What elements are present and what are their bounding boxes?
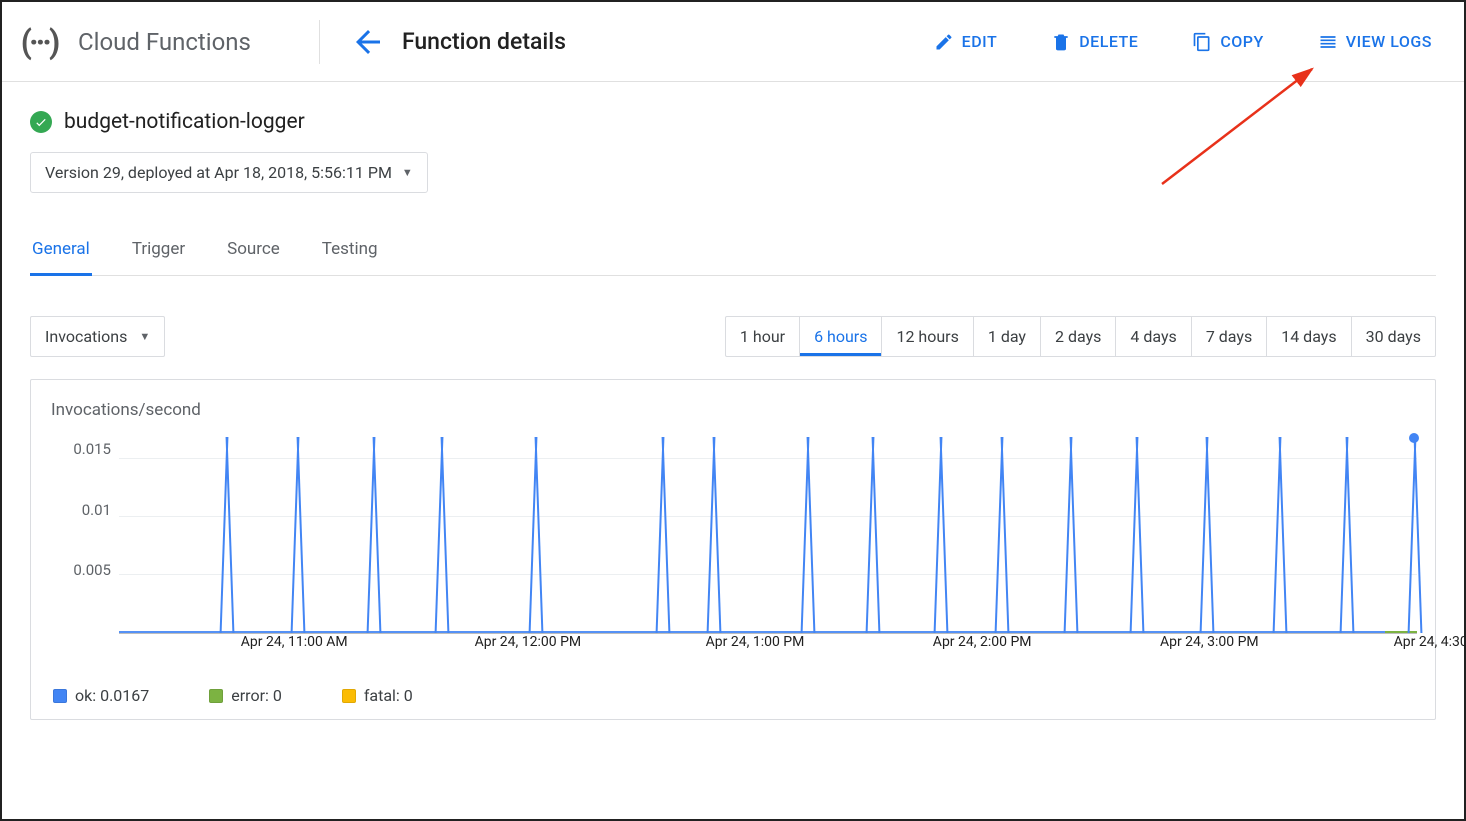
tab-testing[interactable]: Testing [320,229,380,275]
legend-ok: ok: 0.0167 [53,686,149,705]
x-tick: Apr 24, 1:00 PM [706,634,805,650]
chart-card: Invocations/second 0.015 0.01 0.005 0 Ap [30,379,1436,720]
x-tick: Apr 24, 11:00 AM [241,634,348,650]
invocation-spike [998,437,1006,633]
y-axis: 0.015 0.01 0.005 0 [49,434,119,634]
tab-trigger[interactable]: Trigger [130,229,187,275]
view-logs-label: VIEW LOGS [1346,32,1432,51]
metric-selector-label: Invocations [45,327,127,346]
page-title: Function details [402,28,566,55]
invocation-spike [937,437,945,633]
invocation-spike [1133,437,1141,633]
time-range-group: 1 hour 6 hours 12 hours 1 day 2 days 4 d… [725,316,1436,357]
latest-point-marker [1409,433,1419,443]
y-tick: 0.01 [82,501,111,519]
x-tick: Apr 24, 2:00 PM [933,634,1032,650]
metrics-controls: Invocations ▼ 1 hour 6 hours 12 hours 1 … [30,316,1436,357]
invocation-spike [1067,437,1075,633]
swatch-fatal [342,689,356,703]
back-button[interactable] [350,24,386,60]
y-tick: 0.005 [73,561,111,579]
delete-button[interactable]: DELETE [1037,24,1152,60]
invocation-spike [294,437,302,633]
trash-icon [1051,32,1071,52]
range-7-days[interactable]: 7 days [1191,317,1266,356]
header: (···) Cloud Functions Function details E… [2,2,1464,82]
range-12-hours[interactable]: 12 hours [881,317,972,356]
range-1-day[interactable]: 1 day [973,317,1040,356]
invocation-spike [223,437,231,633]
metric-selector[interactable]: Invocations ▼ [30,316,165,357]
range-6-hours[interactable]: 6 hours [799,317,881,356]
status-ok-icon [30,111,52,133]
content: budget-notification-logger Version 29, d… [2,82,1464,720]
legend-ok-label: ok: 0.0167 [75,686,149,705]
arrow-left-icon [350,24,386,60]
invocation-spike [370,437,378,633]
tab-general[interactable]: General [30,229,92,276]
function-name: budget-notification-logger [64,110,305,134]
function-header: budget-notification-logger [30,110,1436,134]
range-1-hour[interactable]: 1 hour [726,317,799,356]
caret-down-icon: ▼ [139,330,150,343]
tabs: General Trigger Source Testing [30,229,1436,276]
chart-legend: ok: 0.0167 error: 0 fatal: 0 [53,686,1417,705]
swatch-ok [53,689,67,703]
y-tick: 0.015 [73,440,111,458]
invocation-spike [1203,437,1211,633]
x-tick: Apr 24, 4:30 PM [1394,634,1466,650]
legend-error-label: error: 0 [231,686,282,705]
swatch-error [209,689,223,703]
version-selector[interactable]: Version 29, deployed at Apr 18, 2018, 5:… [30,152,428,193]
pencil-icon [934,32,954,52]
chart-body: 0.015 0.01 0.005 0 [49,434,1417,634]
invocation-spike [710,437,718,633]
invocation-spike [804,437,812,633]
view-logs-button[interactable]: VIEW LOGS [1304,24,1446,60]
copy-button[interactable]: COPY [1178,24,1277,60]
invocation-spike [869,437,877,633]
invocation-spike [438,437,446,633]
product-title: Cloud Functions [78,28,251,56]
legend-error: error: 0 [209,686,282,705]
invocation-spike [532,437,540,633]
invocation-spike [1411,437,1419,633]
copy-icon [1192,32,1212,52]
invocation-spike [1343,437,1351,633]
legend-fatal-label: fatal: 0 [364,686,413,705]
x-axis: Apr 24, 11:00 AM Apr 24, 12:00 PM Apr 24, … [119,634,1417,656]
range-4-days[interactable]: 4 days [1115,317,1190,356]
copy-label: COPY [1220,32,1263,51]
x-tick: Apr 24, 3:00 PM [1160,634,1259,650]
invocation-spike [1276,437,1284,633]
legend-fatal: fatal: 0 [342,686,413,705]
tab-source[interactable]: Source [225,229,282,275]
cloud-functions-icon: (···) [20,23,58,61]
invocation-spike [659,437,667,633]
delete-label: DELETE [1079,32,1138,51]
range-14-days[interactable]: 14 days [1266,317,1350,356]
divider [319,20,320,64]
caret-down-icon: ▼ [402,166,413,179]
edit-button[interactable]: EDIT [920,24,1012,60]
version-label: Version 29, deployed at Apr 18, 2018, 5:… [45,163,392,182]
chart-plot[interactable] [119,434,1417,634]
range-30-days[interactable]: 30 days [1351,317,1435,356]
logs-icon [1318,32,1338,52]
edit-label: EDIT [962,32,998,51]
range-2-days[interactable]: 2 days [1040,317,1115,356]
x-tick: Apr 24, 12:00 PM [475,634,582,650]
chart-title: Invocations/second [51,400,1417,420]
